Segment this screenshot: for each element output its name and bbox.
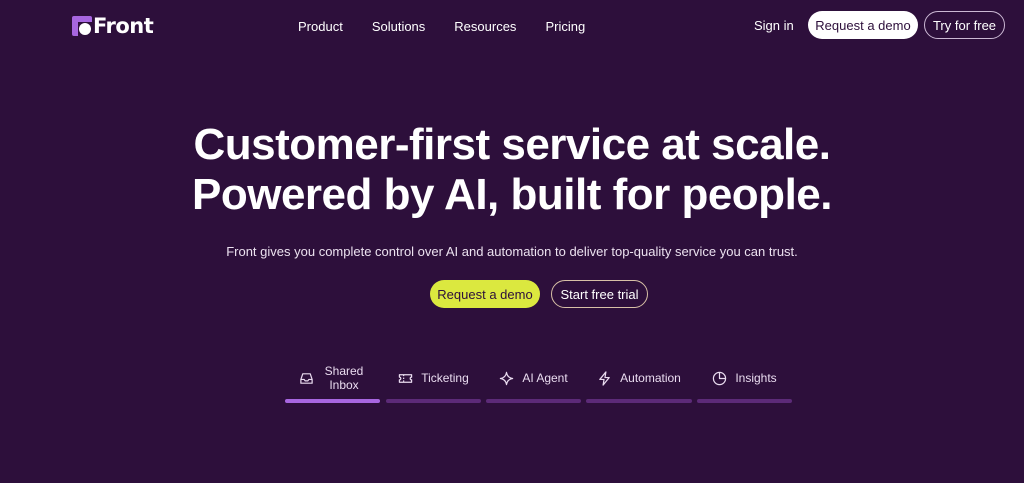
brand-name: Front bbox=[93, 14, 154, 38]
hero-subtitle: Front gives you complete control over AI… bbox=[226, 244, 798, 259]
tab-label: Insights bbox=[735, 371, 777, 385]
tab-label: AI Agent bbox=[522, 371, 568, 385]
sign-in-link[interactable]: Sign in bbox=[754, 18, 794, 33]
tab-progress-bar bbox=[486, 399, 581, 403]
nav-item-pricing[interactable]: Pricing bbox=[545, 19, 585, 34]
nav-item-resources[interactable]: Resources bbox=[454, 19, 516, 34]
tab-insights[interactable]: Insights bbox=[697, 360, 792, 406]
lightning-icon bbox=[599, 370, 610, 386]
tab-progress-bar bbox=[697, 399, 792, 403]
tab-label: Ticketing bbox=[421, 371, 469, 385]
pie-chart-icon bbox=[713, 371, 727, 385]
sparkle-icon bbox=[500, 371, 514, 385]
tab-label: Automation bbox=[620, 371, 681, 385]
hero-title-line-2: Powered by AI, built for people. bbox=[192, 170, 832, 219]
inbox-icon bbox=[300, 372, 313, 384]
tab-shared-inbox[interactable]: Shared Inbox bbox=[285, 360, 380, 406]
front-logo[interactable]: Front bbox=[72, 14, 154, 38]
hero-title: Customer-first service at scale. Powered… bbox=[0, 120, 1024, 220]
main-nav: Product Solutions Resources Pricing bbox=[298, 16, 614, 36]
tab-progress-bar bbox=[285, 399, 380, 403]
site-header: Front Product Solutions Resources Pricin… bbox=[0, 0, 1024, 52]
tab-progress-bar bbox=[586, 399, 692, 403]
request-demo-header-button[interactable]: Request a demo bbox=[808, 11, 918, 39]
ticket-icon bbox=[399, 373, 413, 383]
tab-ticketing[interactable]: Ticketing bbox=[386, 360, 481, 406]
nav-item-solutions[interactable]: Solutions bbox=[372, 19, 425, 34]
nav-item-product[interactable]: Product bbox=[298, 19, 343, 34]
hero-title-line-1: Customer-first service at scale. bbox=[193, 120, 831, 169]
front-logo-icon bbox=[72, 16, 92, 36]
tab-progress-bar bbox=[386, 399, 481, 403]
request-demo-hero-button[interactable]: Request a demo bbox=[430, 280, 540, 308]
start-free-trial-button[interactable]: Start free trial bbox=[551, 280, 648, 308]
tab-label: Shared Inbox bbox=[324, 364, 364, 392]
try-for-free-button[interactable]: Try for free bbox=[924, 11, 1005, 39]
tab-ai-agent[interactable]: AI Agent bbox=[486, 360, 581, 406]
hero-cta-group: Request a demo Start free trial bbox=[430, 280, 648, 308]
tab-automation[interactable]: Automation bbox=[586, 360, 692, 406]
